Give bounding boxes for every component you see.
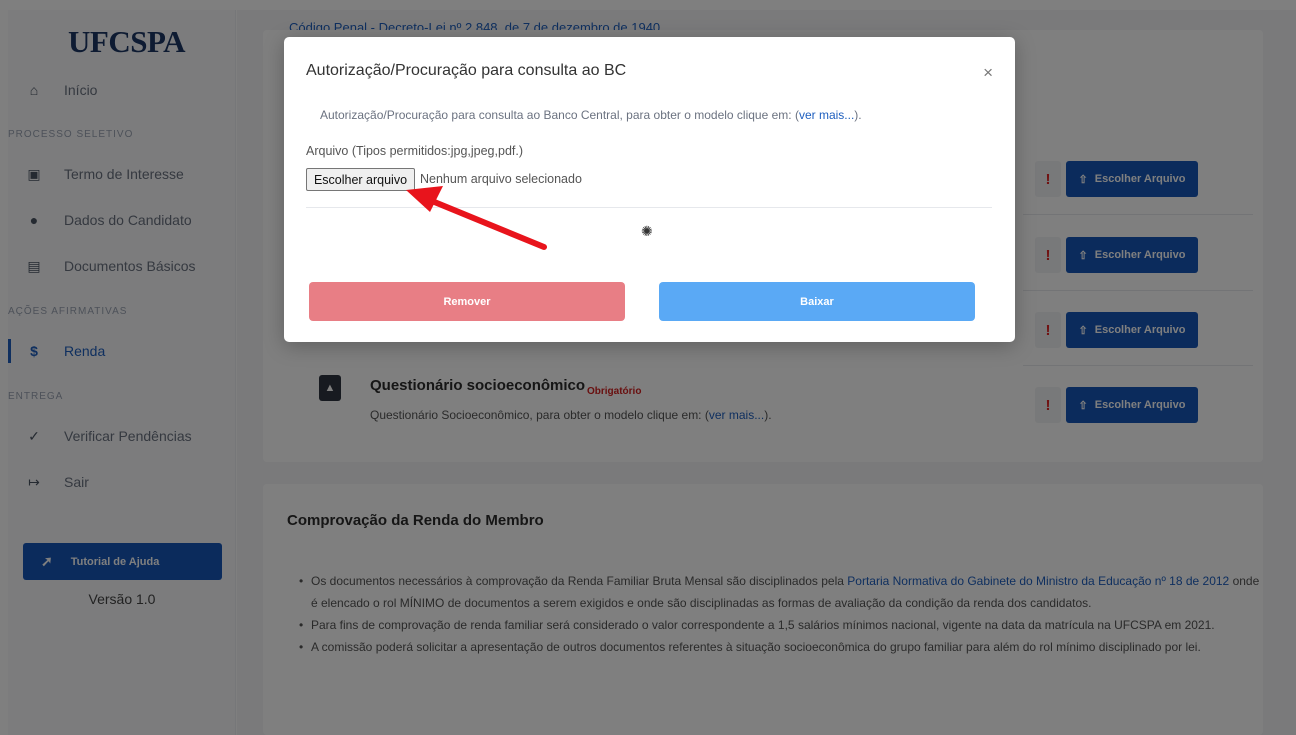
file-input-button[interactable]: Escolher arquivo	[306, 168, 415, 191]
modal-description: Autorização/Procuração para consulta ao …	[320, 108, 862, 122]
modal-divider	[306, 207, 992, 208]
file-status-text: Nenhum arquivo selecionado	[420, 172, 582, 186]
upload-modal: Autorização/Procuração para consulta ao …	[284, 37, 1015, 342]
file-input-label: Arquivo (Tipos permitidos:jpg,jpeg,pdf.)	[306, 144, 523, 158]
loading-spinner-icon: ✺	[641, 223, 653, 239]
close-icon[interactable]: ×	[983, 63, 993, 83]
modal-title: Autorização/Procuração para consulta ao …	[306, 62, 627, 79]
remove-button[interactable]: Remover	[309, 282, 625, 321]
desc-text: Autorização/Procuração para consulta ao …	[320, 108, 799, 122]
ver-mais-link[interactable]: ver mais...	[799, 108, 854, 122]
desc-text: ).	[854, 108, 862, 122]
download-button[interactable]: Baixar	[659, 282, 975, 321]
